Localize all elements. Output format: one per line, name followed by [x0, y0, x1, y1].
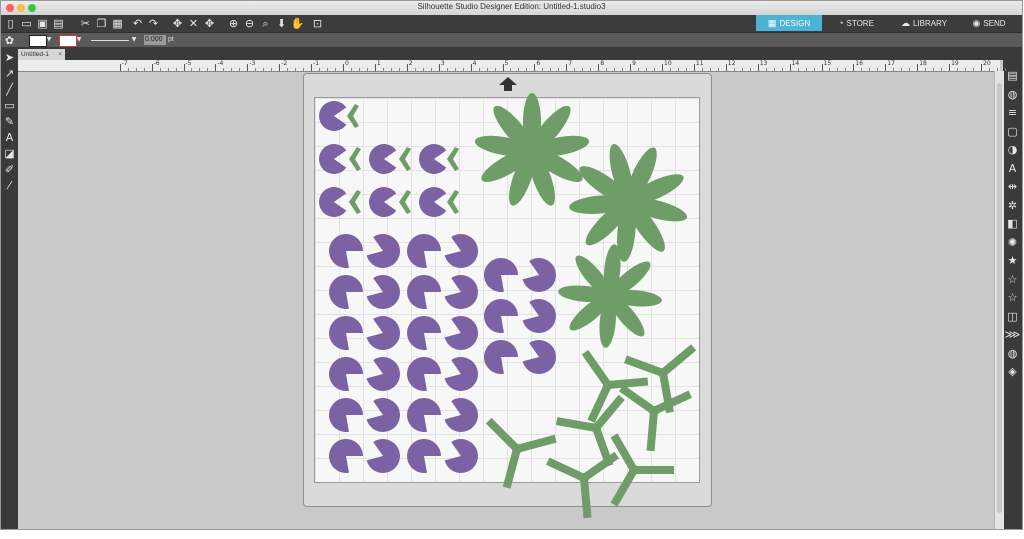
- nav-tab-label: LIBRARY: [912, 18, 948, 28]
- purple-pie-shape[interactable]: [329, 234, 363, 268]
- green-chevron-shape[interactable]: [447, 190, 459, 214]
- tripod-arm[interactable]: [580, 477, 592, 519]
- tripod-arm[interactable]: [515, 434, 557, 453]
- green-tripod-shape[interactable]: [471, 417, 558, 497]
- purple-pie-shape[interactable]: [407, 398, 441, 432]
- purple-pie-shape[interactable]: [483, 299, 518, 333]
- tripod-arm[interactable]: [607, 377, 649, 389]
- purple-pie-shape[interactable]: [407, 275, 441, 309]
- purple-petal-shape[interactable]: [369, 144, 397, 174]
- tripod-arm[interactable]: [646, 410, 658, 452]
- green-chevron-shape[interactable]: [399, 147, 411, 171]
- app-window: Silhouette Studio Designer Edition: Unti…: [0, 0, 1023, 530]
- purple-petal-shape[interactable]: [319, 187, 347, 218]
- purple-pie-shape[interactable]: [329, 439, 363, 473]
- purple-pie-shape[interactable]: [329, 398, 363, 432]
- green-chevron-shape[interactable]: [347, 104, 359, 128]
- purple-petal-shape[interactable]: [319, 101, 347, 131]
- green-tripod-shape[interactable]: [582, 431, 677, 523]
- purple-pie-shape[interactable]: [406, 439, 441, 473]
- tripod-arm[interactable]: [634, 466, 674, 474]
- purple-pie-shape[interactable]: [406, 356, 441, 391]
- green-flower-shape[interactable]: [558, 244, 663, 349]
- store-icon: ◔: [838, 18, 844, 28]
- green-flower-shape[interactable]: [473, 93, 590, 209]
- nav-tab-send[interactable]: ◉ SEND: [959, 15, 1019, 31]
- nav-tab-label: SEND: [983, 18, 1006, 28]
- send-icon: ◉: [972, 17, 981, 28]
- tripod-arm[interactable]: [502, 447, 521, 489]
- nav-tab-label: STORE: [846, 18, 874, 28]
- green-chevron-shape[interactable]: [349, 190, 361, 214]
- nav-tab-design[interactable]: ▦ DESIGN: [756, 15, 822, 31]
- purple-pie-shape[interactable]: [407, 234, 441, 268]
- design-shapes-layer: [319, 93, 697, 523]
- green-flower-shape[interactable]: [568, 142, 689, 263]
- purple-pie-shape[interactable]: [329, 316, 363, 350]
- purple-pie-shape[interactable]: [406, 316, 441, 350]
- purple-pie-shape[interactable]: [483, 339, 518, 374]
- green-tripod-shape[interactable]: [614, 384, 693, 454]
- purple-petal-shape[interactable]: [369, 187, 397, 218]
- purple-pie-shape[interactable]: [483, 258, 518, 292]
- green-tripod-shape[interactable]: [545, 451, 624, 521]
- green-chevron-shape[interactable]: [349, 147, 361, 171]
- nav-tab-library[interactable]: ☁ LIBRARY: [891, 15, 957, 31]
- grid-icon: ▦: [767, 17, 777, 28]
- green-chevron-shape[interactable]: [399, 190, 411, 214]
- green-chevron-shape[interactable]: [447, 147, 459, 171]
- nav-tab-store[interactable]: ◔ STORE: [823, 15, 889, 31]
- purple-petal-shape[interactable]: [419, 187, 447, 218]
- purple-petal-shape[interactable]: [419, 144, 447, 174]
- cloud-icon: ☁: [900, 17, 910, 28]
- nav-tab-label: DESIGN: [779, 18, 811, 28]
- purple-pie-shape[interactable]: [329, 275, 363, 309]
- purple-petal-shape[interactable]: [319, 144, 347, 174]
- purple-pie-shape[interactable]: [328, 356, 363, 391]
